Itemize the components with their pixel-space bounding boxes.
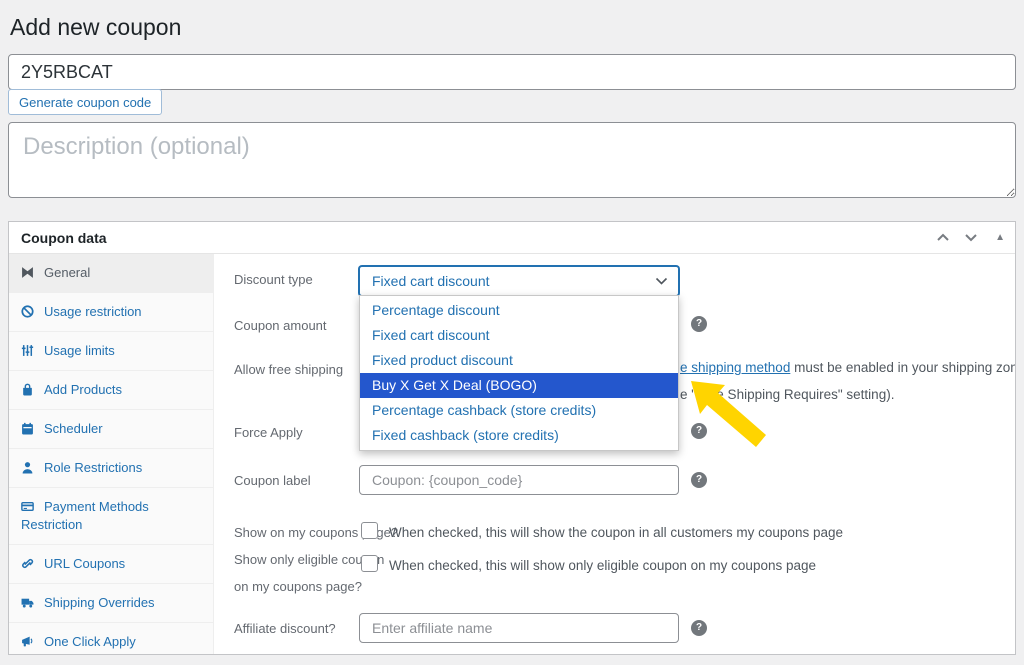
show-only-eligible-description: When checked, this will show only eligib… bbox=[389, 558, 816, 573]
discount-type-dropdown: Percentage discount Fixed cart discount … bbox=[359, 295, 679, 451]
coupon-amount-label: Coupon amount bbox=[234, 318, 327, 333]
show-only-eligible-label-line2: on my coupons page? bbox=[234, 579, 362, 594]
sidebar-item-label: Role Restrictions bbox=[44, 460, 142, 475]
sidebar-item-usage-limits[interactable]: Usage limits bbox=[9, 332, 213, 371]
coupon-data-panel: Coupon data ▲ General Usage bbox=[8, 221, 1016, 655]
collapse-triangle-icon: ▲ bbox=[995, 232, 1005, 243]
dropdown-option-percentage-discount[interactable]: Percentage discount bbox=[360, 298, 678, 323]
sidebar-item-general[interactable]: General bbox=[9, 254, 213, 293]
dropdown-option-fixed-cart-discount[interactable]: Fixed cart discount bbox=[360, 323, 678, 348]
show-on-page-description: When checked, this will show the coupon … bbox=[389, 525, 843, 540]
shipping-method-link[interactable]: e shipping method bbox=[680, 360, 790, 375]
coupon-data-sidebar: General Usage restriction Usage limits A… bbox=[9, 254, 214, 655]
coupon-data-main: Discount type Fixed cart discount Coupon… bbox=[214, 254, 1015, 655]
link-icon bbox=[21, 557, 34, 570]
sidebar-item-payment-methods-restriction[interactable]: Payment Methods Restriction bbox=[9, 488, 213, 545]
sidebar-item-label: Usage limits bbox=[44, 343, 115, 358]
chevron-down-icon bbox=[964, 230, 978, 245]
sidebar-item-label: One Click Apply bbox=[44, 634, 136, 649]
dropdown-option-bogo-highlighted[interactable]: Buy X Get X Deal (BOGO) bbox=[360, 373, 678, 398]
sidebar-item-label: Payment Methods Restriction bbox=[21, 499, 149, 532]
card-icon bbox=[21, 500, 34, 513]
free-shipping-note-rest: must be enabled in your shipping zone bbox=[790, 360, 1016, 375]
allow-free-shipping-label: Allow free shipping bbox=[234, 362, 343, 377]
coupon-label-label: Coupon label bbox=[234, 473, 311, 488]
user-icon bbox=[21, 461, 34, 474]
sidebar-item-add-products[interactable]: Add Products bbox=[9, 371, 213, 410]
calendar-icon bbox=[21, 422, 34, 435]
toggle-panel-button[interactable]: ▲ bbox=[985, 232, 1005, 243]
sidebar-item-label: Scheduler bbox=[44, 421, 103, 436]
generate-coupon-code-button[interactable]: Generate coupon code bbox=[8, 89, 162, 115]
coupon-data-title: Coupon data bbox=[21, 230, 929, 246]
sidebar-item-url-coupons[interactable]: URL Coupons bbox=[9, 545, 213, 584]
dropdown-option-fixed-product-discount[interactable]: Fixed product discount bbox=[360, 348, 678, 373]
page-title: Add new coupon bbox=[10, 14, 181, 41]
free-shipping-note-line2: e "Free Shipping Requires" setting). bbox=[680, 387, 894, 402]
show-on-page-checkbox[interactable] bbox=[361, 522, 378, 539]
affiliate-name-input[interactable] bbox=[359, 613, 679, 643]
ticket-icon bbox=[21, 266, 34, 279]
dropdown-option-fixed-cashback[interactable]: Fixed cashback (store credits) bbox=[360, 423, 678, 448]
discount-type-label: Discount type bbox=[234, 272, 313, 287]
sidebar-item-label: Add Products bbox=[44, 382, 122, 397]
coupon-data-header: Coupon data ▲ bbox=[9, 222, 1015, 254]
coupon-amount-help-icon[interactable]: ? bbox=[691, 316, 707, 332]
discount-type-select[interactable]: Fixed cart discount bbox=[359, 266, 679, 296]
show-only-eligible-checkbox[interactable] bbox=[361, 555, 378, 572]
sidebar-item-scheduler[interactable]: Scheduler bbox=[9, 410, 213, 449]
sidebar-item-label: URL Coupons bbox=[44, 556, 125, 571]
truck-icon bbox=[21, 596, 34, 609]
sidebar-item-role-restrictions[interactable]: Role Restrictions bbox=[9, 449, 213, 488]
move-up-button[interactable] bbox=[929, 230, 957, 245]
chevron-down-icon bbox=[655, 272, 668, 290]
megaphone-icon bbox=[21, 635, 34, 648]
force-apply-label: Force Apply bbox=[234, 425, 303, 440]
sidebar-item-label: General bbox=[44, 265, 90, 280]
sidebar-item-one-click-apply[interactable]: One Click Apply bbox=[9, 623, 213, 655]
sliders-icon bbox=[21, 344, 34, 357]
bag-icon bbox=[21, 383, 34, 396]
sidebar-item-shipping-overrides[interactable]: Shipping Overrides bbox=[9, 584, 213, 623]
force-apply-help-icon[interactable]: ? bbox=[691, 423, 707, 439]
affiliate-discount-label: Affiliate discount? bbox=[234, 621, 336, 636]
sidebar-item-usage-restriction[interactable]: Usage restriction bbox=[9, 293, 213, 332]
sidebar-item-label: Shipping Overrides bbox=[44, 595, 155, 610]
discount-type-value: Fixed cart discount bbox=[372, 273, 655, 289]
description-textarea[interactable] bbox=[8, 122, 1016, 198]
move-down-button[interactable] bbox=[957, 230, 985, 245]
affiliate-help-icon[interactable]: ? bbox=[691, 620, 707, 636]
coupon-label-input[interactable] bbox=[359, 465, 679, 495]
dropdown-option-percentage-cashback[interactable]: Percentage cashback (store credits) bbox=[360, 398, 678, 423]
coupon-code-input[interactable] bbox=[8, 54, 1016, 90]
coupon-label-help-icon[interactable]: ? bbox=[691, 472, 707, 488]
sidebar-item-label: Usage restriction bbox=[44, 304, 142, 319]
ban-icon bbox=[21, 305, 34, 318]
chevron-up-icon bbox=[936, 230, 950, 245]
free-shipping-note-line1: e shipping method must be enabled in you… bbox=[680, 360, 1016, 375]
